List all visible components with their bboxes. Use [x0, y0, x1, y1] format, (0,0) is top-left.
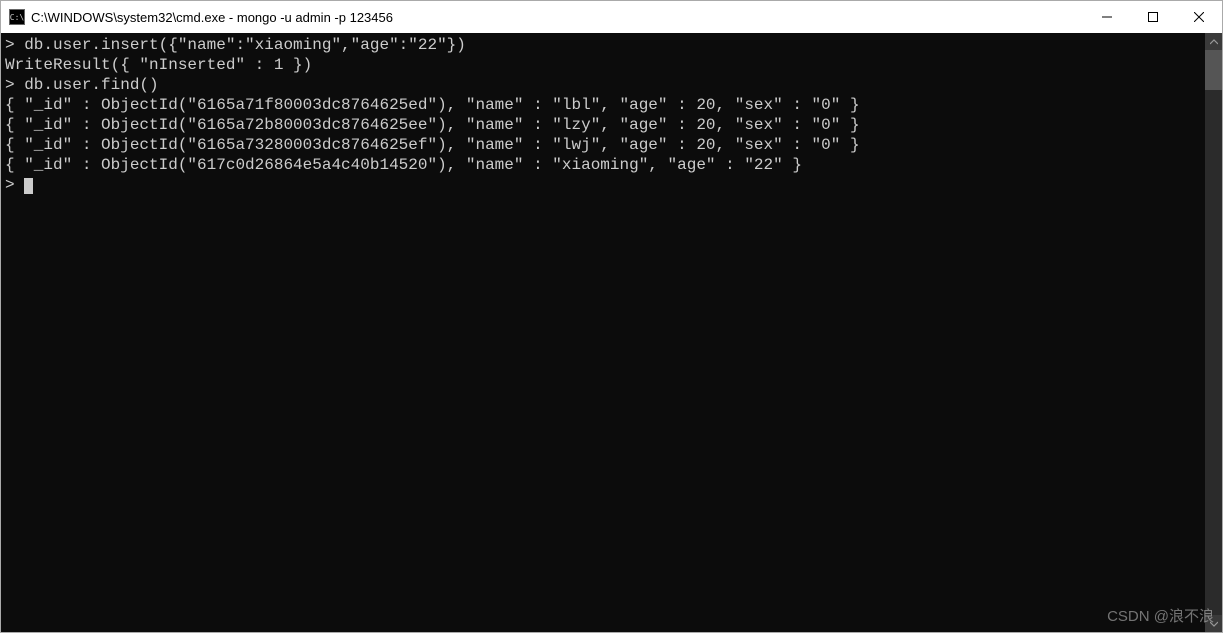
close-icon	[1194, 12, 1204, 22]
maximize-icon	[1148, 12, 1158, 22]
window-title: C:\WINDOWS\system32\cmd.exe - mongo -u a…	[31, 10, 393, 25]
terminal-line: > db.user.find()	[5, 76, 159, 94]
terminal-line: >	[5, 176, 24, 194]
window-controls	[1084, 1, 1222, 33]
maximize-button[interactable]	[1130, 1, 1176, 33]
terminal-line: > db.user.insert({"name":"xiaoming","age…	[5, 36, 466, 54]
cmd-window: C:\ C:\WINDOWS\system32\cmd.exe - mongo …	[0, 0, 1223, 633]
cmd-icon: C:\	[9, 9, 25, 25]
terminal-line: { "_id" : ObjectId("6165a71f80003dc87646…	[5, 96, 860, 114]
minimize-icon	[1102, 12, 1112, 22]
scroll-down-button[interactable]	[1205, 615, 1222, 632]
close-button[interactable]	[1176, 1, 1222, 33]
terminal-line: { "_id" : ObjectId("6165a73280003dc87646…	[5, 136, 860, 154]
scrollbar-thumb[interactable]	[1205, 50, 1222, 90]
minimize-button[interactable]	[1084, 1, 1130, 33]
terminal-line: { "_id" : ObjectId("6165a72b80003dc87646…	[5, 116, 860, 134]
chevron-down-icon	[1210, 620, 1218, 628]
titlebar[interactable]: C:\ C:\WINDOWS\system32\cmd.exe - mongo …	[1, 1, 1222, 33]
vertical-scrollbar[interactable]	[1205, 33, 1222, 632]
terminal-line: { "_id" : ObjectId("617c0d26864e5a4c40b1…	[5, 156, 802, 174]
terminal-area: > db.user.insert({"name":"xiaoming","age…	[1, 33, 1222, 632]
terminal-line: WriteResult({ "nInserted" : 1 })	[5, 56, 312, 74]
chevron-up-icon	[1210, 38, 1218, 46]
scroll-up-button[interactable]	[1205, 33, 1222, 50]
terminal-cursor	[24, 178, 33, 194]
scrollbar-track[interactable]	[1205, 50, 1222, 615]
terminal-output[interactable]: > db.user.insert({"name":"xiaoming","age…	[1, 33, 1205, 632]
